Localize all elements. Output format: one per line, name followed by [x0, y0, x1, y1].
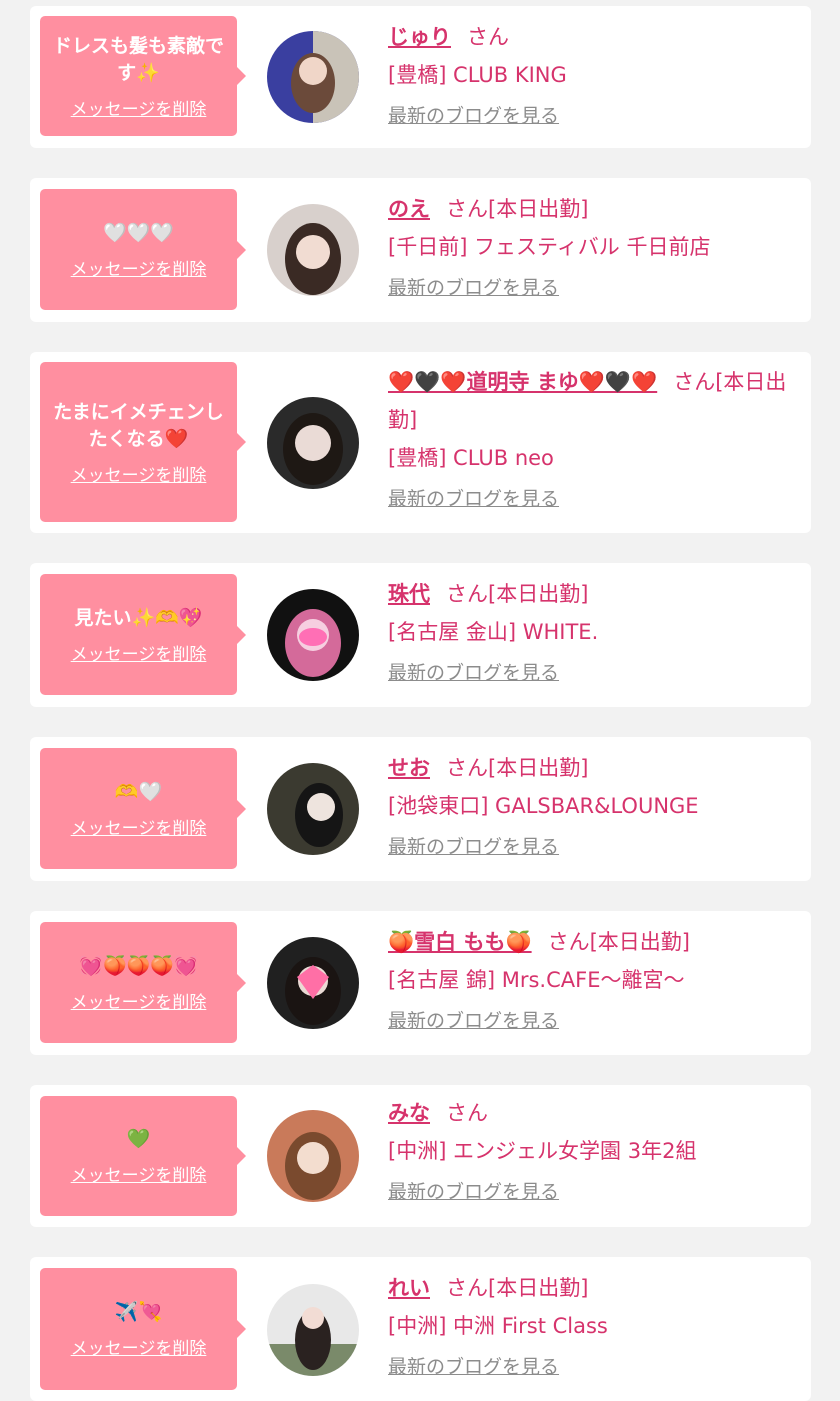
shop-name: [中洲] 中洲 First Class [388, 1314, 608, 1338]
message-text: 💚 [126, 1128, 151, 1150]
cast-info: ❤️🖤❤️道明寺 まゆ❤️🖤❤️ さん[本日出勤] [豊橋] CLUB neo 最… [388, 363, 799, 513]
avatar[interactable] [267, 204, 359, 296]
message-card: 💚 メッセージを削除 みな さん [中洲] エンジェル女学園 3年2組 最新のブロ… [30, 1085, 811, 1227]
view-blog-link[interactable]: 最新のブログを見る [388, 102, 559, 130]
avatar[interactable] [267, 763, 359, 855]
name-line: じゅり さん [388, 18, 799, 56]
cast-name-link[interactable]: れい [388, 1276, 430, 1300]
message-card: 🤍🤍🤍 メッセージを削除 のえ さん[本日出勤] [千日前] フェスティバル 千日… [30, 178, 811, 322]
message-bubble: 💓🍑🍑🍑💓 メッセージを削除 [40, 922, 246, 1043]
message-bubble: 🫶🤍 メッセージを削除 [40, 748, 246, 869]
name-suffix: さん[本日出勤] [446, 756, 589, 780]
delete-message-link[interactable]: メッセージを削除 [71, 461, 207, 486]
cast-name-link[interactable]: じゅり [388, 25, 451, 49]
cast-name-link[interactable]: せお [388, 756, 430, 780]
message-bubble: 🤍🤍🤍 メッセージを削除 [40, 189, 246, 310]
shop-name: [名古屋 金山] WHITE. [388, 620, 599, 644]
cast-info: れい さん[本日出勤] [中洲] 中洲 First Class 最新のブログを見る [388, 1269, 799, 1381]
delete-message-link[interactable]: メッセージを削除 [71, 814, 207, 839]
avatar[interactable] [267, 1110, 359, 1202]
message-card: たまにイメチェンしたくなる❤️ メッセージを削除 ❤️🖤❤️道明寺 まゆ❤️🖤❤… [30, 352, 811, 533]
message-bubble: ✈️💘 メッセージを削除 [40, 1268, 246, 1390]
name-suffix: さん[本日出勤] [446, 1276, 589, 1300]
name-line: ❤️🖤❤️道明寺 まゆ❤️🖤❤️ さん[本日出勤] [388, 363, 799, 439]
name-suffix: さん[本日出勤] [547, 930, 690, 954]
shop-name: [千日前] フェスティバル 千日前店 [388, 235, 711, 259]
shop-name: [豊橋] CLUB KING [388, 63, 567, 87]
delete-message-link[interactable]: メッセージを削除 [71, 988, 207, 1013]
message-card: ✈️💘 メッセージを削除 れい さん[本日出勤] [中洲] 中洲 First Cl… [30, 1257, 811, 1401]
cast-name-link[interactable]: みな [388, 1101, 430, 1125]
shop-name: [池袋東口] GALSBAR&LOUNGE [388, 794, 699, 818]
message-card: 💓🍑🍑🍑💓 メッセージを削除 🍑雪白 もも🍑 さん[本日出勤] [名古屋 錦] M… [30, 911, 811, 1055]
view-blog-link[interactable]: 最新のブログを見る [388, 1353, 559, 1381]
view-blog-link[interactable]: 最新のブログを見る [388, 485, 559, 513]
cast-info: のえ さん[本日出勤] [千日前] フェスティバル 千日前店 最新のブログを見る [388, 190, 799, 302]
cast-name-link[interactable]: 🍑雪白 もも🍑 [388, 930, 532, 954]
shop-name: [中洲] エンジェル女学園 3年2組 [388, 1139, 697, 1163]
name-suffix: さん[本日出勤] [446, 197, 589, 221]
message-text: たまにイメチェンしたくなる❤️ [53, 400, 224, 450]
message-card: 見たい✨🫶💖 メッセージを削除 珠代 さん[本日出勤] [名古屋 金山] WHIT… [30, 563, 811, 707]
message-bubble: ドレスも髪も素敵です✨ メッセージを削除 [40, 16, 246, 136]
shop-name: [名古屋 錦] Mrs.CAFE〜離宮〜 [388, 968, 685, 992]
view-blog-link[interactable]: 最新のブログを見る [388, 1178, 559, 1206]
name-line: せお さん[本日出勤] [388, 749, 799, 787]
delete-message-link[interactable]: メッセージを削除 [71, 1161, 207, 1186]
cast-info: 珠代 さん[本日出勤] [名古屋 金山] WHITE. 最新のブログを見る [388, 575, 799, 687]
cast-info: 🍑雪白 もも🍑 さん[本日出勤] [名古屋 錦] Mrs.CAFE〜離宮〜 最新の… [388, 923, 799, 1035]
name-suffix: さん [446, 1101, 488, 1125]
shop-name: [豊橋] CLUB neo [388, 446, 554, 470]
avatar[interactable] [267, 1284, 359, 1376]
view-blog-link[interactable]: 最新のブログを見る [388, 833, 559, 861]
avatar[interactable] [267, 937, 359, 1029]
cast-info: せお さん[本日出勤] [池袋東口] GALSBAR&LOUNGE 最新のブログを… [388, 749, 799, 861]
message-text: 🤍🤍🤍 [103, 221, 174, 244]
avatar[interactable] [267, 397, 359, 489]
name-line: みな さん [388, 1094, 799, 1132]
name-line: 🍑雪白 もも🍑 さん[本日出勤] [388, 923, 799, 961]
cast-name-link[interactable]: のえ [388, 197, 430, 221]
view-blog-link[interactable]: 最新のブログを見る [388, 274, 559, 302]
avatar[interactable] [267, 31, 359, 123]
cast-info: じゅり さん [豊橋] CLUB KING 最新のブログを見る [388, 18, 799, 130]
delete-message-link[interactable]: メッセージを削除 [71, 1334, 207, 1359]
avatar[interactable] [267, 589, 359, 681]
name-suffix: さん[本日出勤] [446, 582, 589, 606]
message-text: ✈️💘 [114, 1301, 163, 1323]
name-suffix: さん [467, 25, 509, 49]
view-blog-link[interactable]: 最新のブログを見る [388, 659, 559, 687]
delete-message-link[interactable]: メッセージを削除 [71, 95, 207, 120]
message-text: ドレスも髪も素敵です✨ [52, 34, 224, 84]
message-bubble: 💚 メッセージを削除 [40, 1096, 246, 1216]
view-blog-link[interactable]: 最新のブログを見る [388, 1007, 559, 1035]
cast-name-link[interactable]: ❤️🖤❤️道明寺 まゆ❤️🖤❤️ [388, 370, 657, 394]
delete-message-link[interactable]: メッセージを削除 [71, 255, 207, 280]
message-text: 💓🍑🍑🍑💓 [79, 954, 198, 977]
message-card: ドレスも髪も素敵です✨ メッセージを削除 じゅり さん [豊橋] CLUB KIN… [30, 6, 811, 148]
message-text: 見たい✨🫶💖 [74, 606, 203, 629]
cast-info: みな さん [中洲] エンジェル女学園 3年2組 最新のブログを見る [388, 1094, 799, 1206]
message-card: 🫶🤍 メッセージを削除 せお さん[本日出勤] [池袋東口] GALSBAR&LO… [30, 737, 811, 881]
name-line: 珠代 さん[本日出勤] [388, 575, 799, 613]
message-text: 🫶🤍 [114, 780, 163, 803]
message-bubble: 見たい✨🫶💖 メッセージを削除 [40, 574, 246, 695]
name-line: のえ さん[本日出勤] [388, 190, 799, 228]
name-line: れい さん[本日出勤] [388, 1269, 799, 1307]
delete-message-link[interactable]: メッセージを削除 [71, 640, 207, 665]
message-bubble: たまにイメチェンしたくなる❤️ メッセージを削除 [40, 362, 246, 522]
cast-name-link[interactable]: 珠代 [388, 582, 430, 606]
